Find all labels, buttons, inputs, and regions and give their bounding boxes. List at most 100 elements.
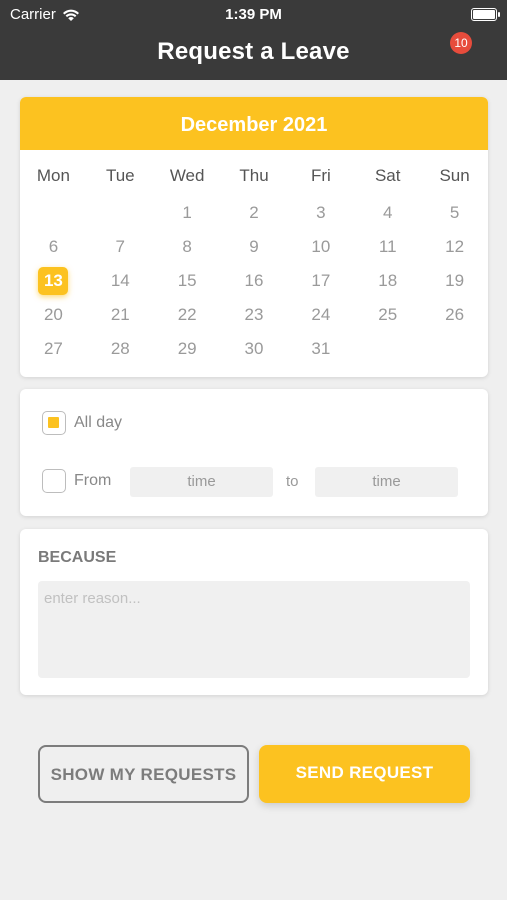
weekday-label: Mon [36, 166, 70, 185]
calendar-day-label: 25 [378, 305, 398, 324]
calendar-day-label: 22 [177, 305, 197, 324]
reason-input[interactable]: enter reason... [38, 581, 470, 678]
calendar-card: December 2021 Mon Tue Wed Thu Fri Sat Su… [20, 97, 488, 377]
weekday-header-row: Mon Tue Wed Thu Fri Sat Sun [20, 156, 488, 196]
calendar-day[interactable]: 7 [87, 230, 154, 264]
status-time: 1:39 PM [225, 6, 282, 23]
calendar-day[interactable]: 21 [87, 298, 154, 332]
send-request-button[interactable]: SEND REQUEST [259, 745, 470, 803]
calendar-day-label: 31 [311, 339, 331, 358]
status-bar: Carrier 1:39 PM [0, 4, 507, 26]
all-day-checkbox[interactable] [42, 411, 66, 435]
calendar-day-selected[interactable]: 13 [20, 264, 87, 298]
calendar-day-label: 21 [110, 305, 130, 324]
weekday-label: Wed [169, 166, 205, 185]
show-my-requests-button[interactable]: SHOW MY REQUESTS [38, 745, 249, 803]
calendar-day[interactable]: 4 [354, 196, 421, 230]
calendar-day-label: 7 [115, 237, 126, 256]
calendar-day[interactable]: 26 [421, 298, 488, 332]
from-checkbox[interactable] [42, 469, 66, 493]
calendar-day-label: 15 [177, 271, 197, 290]
calendar-day-label: 10 [311, 237, 331, 256]
calendar-day[interactable]: 2 [221, 196, 288, 230]
calendar-day[interactable]: 10 [287, 230, 354, 264]
calendar-empty-cell [421, 332, 488, 366]
notification-badge[interactable]: 10 [450, 32, 472, 54]
calendar-day-label: 12 [445, 237, 465, 256]
calendar-day-label: 29 [177, 339, 197, 358]
calendar-day[interactable]: 23 [221, 298, 288, 332]
calendar-day[interactable]: 16 [221, 264, 288, 298]
calendar-day[interactable]: 9 [221, 230, 288, 264]
calendar-day[interactable]: 22 [154, 298, 221, 332]
calendar-day-label: 23 [244, 305, 264, 324]
calendar-week-row: 13 14 15 16 17 18 19 [20, 264, 488, 298]
from-time-input[interactable]: time [130, 467, 273, 497]
calendar-day-label: 19 [445, 271, 465, 290]
weekday-label: Sat [374, 166, 401, 185]
calendar-day[interactable]: 17 [287, 264, 354, 298]
calendar-day[interactable]: 11 [354, 230, 421, 264]
calendar-day-label: 28 [110, 339, 130, 358]
calendar-day[interactable]: 19 [421, 264, 488, 298]
calendar-day[interactable]: 20 [20, 298, 87, 332]
calendar-day[interactable]: 8 [154, 230, 221, 264]
to-label: to [286, 473, 299, 490]
calendar-empty-cell [20, 196, 87, 230]
calendar-day-label: 27 [43, 339, 63, 358]
calendar-day[interactable]: 25 [354, 298, 421, 332]
calendar-day-label: 24 [311, 305, 331, 324]
calendar-day[interactable]: 3 [287, 196, 354, 230]
calendar-day-label: 14 [110, 271, 130, 290]
weekday-label: Fri [310, 166, 331, 185]
time-options-card: All day From time to time [20, 389, 488, 516]
all-day-label: All day [74, 414, 123, 431]
calendar-grid: Mon Tue Wed Thu Fri Sat Sun 1 2 3 4 5 6 7 8 9 10 1… [20, 150, 488, 366]
calendar-day[interactable]: 29 [154, 332, 221, 366]
calendar-week-row: 20 21 22 23 24 25 26 [20, 298, 488, 332]
top-bar: Carrier 1:39 PM Request a Leave 10 [0, 0, 507, 80]
calendar-day[interactable]: 12 [421, 230, 488, 264]
calendar-day[interactable]: 27 [20, 332, 87, 366]
calendar-day[interactable]: 1 [154, 196, 221, 230]
calendar-day-label: 30 [244, 339, 264, 358]
calendar-day[interactable]: 15 [154, 264, 221, 298]
calendar-day-label: 9 [249, 237, 259, 256]
calendar-day[interactable]: 31 [287, 332, 354, 366]
from-row[interactable]: From [42, 469, 111, 493]
weekday-label: Thu [239, 166, 269, 185]
calendar-day-label: 2 [249, 203, 259, 222]
calendar-day-label: 5 [449, 203, 460, 222]
calendar-day[interactable]: 14 [87, 264, 154, 298]
battery-icon [471, 8, 500, 21]
to-time-input[interactable]: time [315, 467, 458, 497]
reason-card: BECAUSE enter reason... [20, 529, 488, 695]
calendar-day[interactable]: 30 [221, 332, 288, 366]
calendar-day-label: 11 [378, 237, 397, 256]
calendar-day-label: 17 [311, 271, 331, 290]
calendar-day-label: 4 [382, 203, 393, 222]
reason-label: BECAUSE [38, 549, 117, 566]
all-day-row[interactable]: All day [42, 411, 122, 435]
calendar-day[interactable]: 18 [354, 264, 421, 298]
calendar-day-label: 3 [316, 203, 326, 222]
calendar-week-row: 27 28 29 30 31 [20, 332, 488, 366]
calendar-empty-cell [87, 196, 154, 230]
calendar-day-label: 13 [38, 267, 69, 295]
weekday-label: Sun [439, 166, 470, 185]
calendar-day-label: 1 [182, 203, 192, 222]
from-label: From [74, 472, 112, 489]
calendar-day-label: 8 [182, 237, 192, 256]
calendar-day[interactable]: 28 [87, 332, 154, 366]
weekday-label: Tue [105, 166, 135, 185]
calendar-day[interactable]: 24 [287, 298, 354, 332]
calendar-day-label: 20 [43, 305, 63, 324]
calendar-week-row: 1 2 3 4 5 [20, 196, 488, 230]
calendar-day-label: 6 [48, 237, 59, 256]
page-title: Request a Leave [157, 38, 350, 65]
calendar-day[interactable]: 6 [20, 230, 87, 264]
calendar-day[interactable]: 5 [421, 196, 488, 230]
calendar-week-row: 6 7 8 9 10 11 12 [20, 230, 488, 264]
calendar-empty-cell [354, 332, 421, 366]
calendar-day-label: 16 [244, 271, 264, 290]
